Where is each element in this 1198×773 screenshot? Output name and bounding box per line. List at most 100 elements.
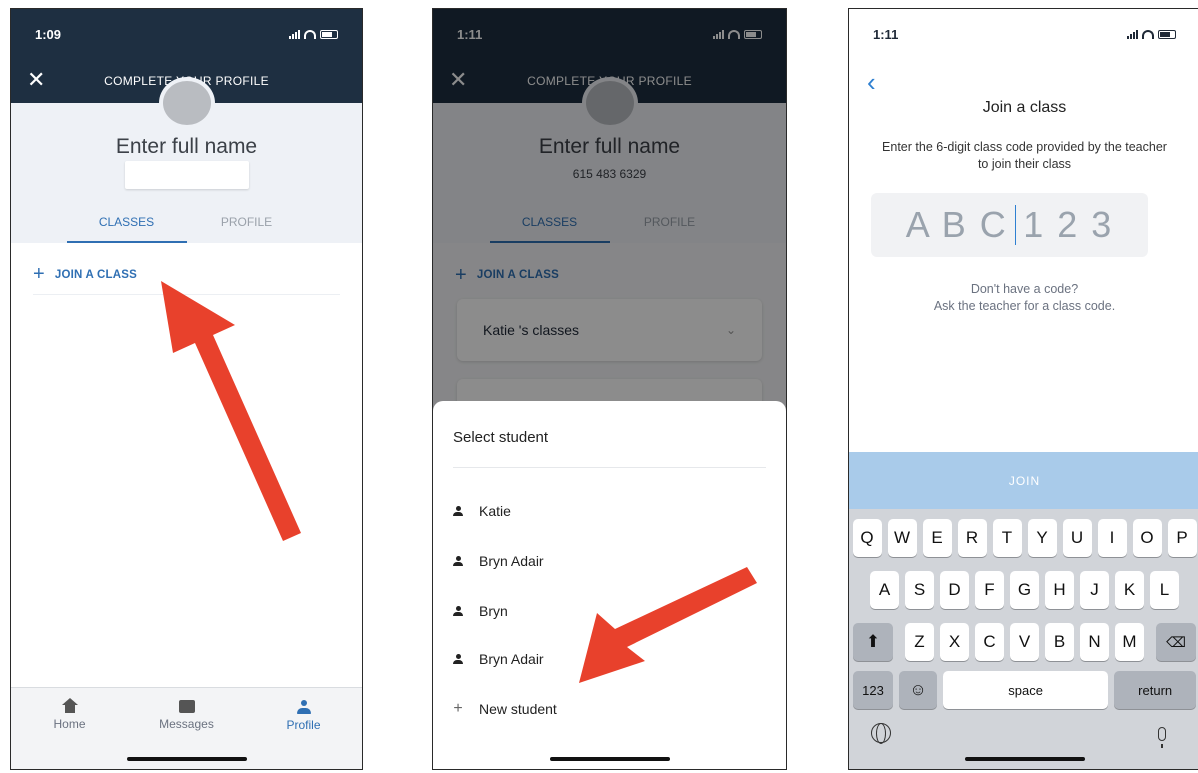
keyboard-row: ⬆ ZXCVBNM ⌫ <box>849 623 1198 661</box>
status-time: 1:11 <box>873 26 899 42</box>
page-title: Join a class <box>982 99 1067 116</box>
keyboard-letter-group: ZXCVBNM <box>905 623 1144 661</box>
student-name: Bryn Adair <box>479 651 544 667</box>
person-icon <box>453 654 463 664</box>
key-y[interactable]: Y <box>1027 519 1057 557</box>
hint-line: Don't have a code? <box>970 282 1079 296</box>
new-student-button[interactable]: + New student <box>453 697 557 721</box>
key-s[interactable]: S <box>905 571 934 609</box>
join-class-label: JOIN A CLASS <box>54 268 137 281</box>
return-key[interactable]: return <box>1114 671 1196 709</box>
name-placeholder[interactable]: Enter full name <box>11 135 362 159</box>
key-t[interactable]: T <box>992 519 1022 557</box>
key-w[interactable]: W <box>887 519 917 557</box>
nav-profile[interactable]: Profile <box>264 700 344 769</box>
numbers-key[interactable]: 123 <box>853 671 893 709</box>
status-bar: 1:09 <box>11 9 362 59</box>
keyboard-row: 123 ☺ space return <box>849 671 1198 709</box>
person-icon <box>453 606 463 616</box>
tab-bar: CLASSES PROFILE <box>11 207 362 243</box>
code-placeholder: 1 2 3 <box>1023 204 1114 245</box>
back-chevron-icon[interactable]: ‹ <box>867 67 876 98</box>
divider <box>453 467 766 468</box>
student-name: Bryn <box>479 603 508 619</box>
key-p[interactable]: P <box>1167 519 1197 557</box>
name-input[interactable] <box>124 161 249 189</box>
battery-icon <box>1158 29 1176 39</box>
key-c[interactable]: C <box>975 623 1004 661</box>
bottom-nav: Home Messages Profile <box>11 687 362 769</box>
new-student-label: New student <box>479 701 557 717</box>
student-name: Bryn Adair <box>479 553 544 569</box>
key-h[interactable]: H <box>1045 571 1074 609</box>
nav-home[interactable]: Home <box>30 698 110 769</box>
key-j[interactable]: J <box>1080 571 1109 609</box>
key-q[interactable]: Q <box>852 519 882 557</box>
status-bar: 1:11 <box>849 9 1198 59</box>
student-option[interactable]: Bryn <box>453 599 508 623</box>
pointer-arrow-icon <box>579 567 757 683</box>
signal-icon <box>289 29 300 39</box>
close-icon[interactable]: ✕ <box>27 67 46 93</box>
join-button[interactable]: JOIN <box>849 452 1198 509</box>
instructions: Enter the 6-digit class code provided by… <box>882 140 1167 171</box>
key-k[interactable]: K <box>1115 571 1144 609</box>
battery-icon <box>320 29 338 39</box>
key-r[interactable]: R <box>957 519 987 557</box>
signal-icon <box>1127 29 1138 39</box>
key-b[interactable]: B <box>1045 623 1074 661</box>
home-icon <box>61 698 78 713</box>
home-indicator <box>126 757 247 761</box>
code-entered: A B C <box>905 204 1008 245</box>
status-time: 1:09 <box>35 26 62 42</box>
student-option[interactable]: Bryn Adair <box>453 549 544 573</box>
key-u[interactable]: U <box>1062 519 1092 557</box>
key-z[interactable]: Z <box>905 623 934 661</box>
profile-header: Enter full name CLASSES PROFILE <box>11 77 362 243</box>
tab-profile[interactable]: PROFILE <box>187 207 307 243</box>
phone-screen-join-class: 1:11 ‹ Join a class Enter the 6-digit cl… <box>848 8 1198 770</box>
no-code-hint: Don't have a code? Ask the teacher for a… <box>869 281 1180 315</box>
key-l[interactable]: L <box>1150 571 1179 609</box>
person-icon <box>453 506 463 516</box>
globe-icon[interactable] <box>871 723 891 744</box>
key-f[interactable]: F <box>975 571 1004 609</box>
space-key[interactable]: space <box>943 671 1109 709</box>
key-a[interactable]: A <box>870 571 899 609</box>
backspace-key[interactable]: ⌫ <box>1156 623 1196 661</box>
key-e[interactable]: E <box>922 519 952 557</box>
key-n[interactable]: N <box>1080 623 1109 661</box>
wifi-icon <box>304 29 316 39</box>
keyboard-row: ASDFGHJKL <box>849 571 1198 609</box>
hint-line: Ask the teacher for a class code. <box>933 299 1116 313</box>
key-i[interactable]: I <box>1097 519 1127 557</box>
keyboard-row: QWERTYUIOP <box>849 519 1198 557</box>
key-m[interactable]: M <box>1115 623 1144 661</box>
plus-icon: + <box>33 263 45 285</box>
plus-icon: + <box>453 700 463 717</box>
home-indicator <box>964 757 1085 761</box>
key-v[interactable]: V <box>1010 623 1039 661</box>
pointer-arrow-icon <box>161 281 301 541</box>
nav-messages-label: Messages <box>159 717 214 731</box>
sheet-title: Select student <box>453 429 549 446</box>
person-icon <box>296 700 311 714</box>
key-x[interactable]: X <box>940 623 969 661</box>
shift-key[interactable]: ⬆ <box>853 623 893 661</box>
tab-classes[interactable]: CLASSES <box>66 207 187 243</box>
text-caret <box>1014 205 1017 245</box>
keyboard: QWERTYUIOP ASDFGHJKL ⬆ ZXCVBNM ⌫ 123 ☺ s… <box>849 509 1198 769</box>
emoji-key[interactable]: ☺ <box>899 671 937 709</box>
avatar[interactable] <box>158 77 215 129</box>
nav-home-label: Home <box>53 717 86 731</box>
student-option[interactable]: Bryn Adair <box>453 647 544 671</box>
class-code-input[interactable]: A B C 1 2 3 <box>871 193 1148 257</box>
person-icon <box>453 556 463 566</box>
key-o[interactable]: O <box>1132 519 1162 557</box>
microphone-icon[interactable] <box>1158 727 1166 748</box>
nav-profile-label: Profile <box>286 718 321 732</box>
key-d[interactable]: D <box>940 571 969 609</box>
key-g[interactable]: G <box>1010 571 1039 609</box>
message-icon <box>178 700 195 713</box>
student-option[interactable]: Katie <box>453 499 511 523</box>
